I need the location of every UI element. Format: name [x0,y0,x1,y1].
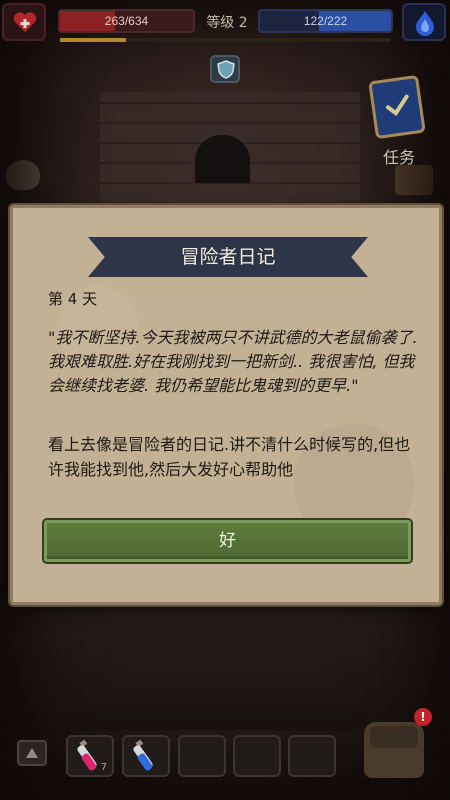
mana-icon[interactable] [402,3,446,41]
dialog-title: 冒险者日记 [180,246,276,268]
health-text: 263/634 [104,14,149,28]
inventory-slot-5[interactable] [288,735,336,777]
top-hud: 263/634 等级 2 122/222 [0,0,450,44]
quest-book-icon [368,74,426,140]
blue-potion-icon [133,739,153,771]
inventory-slot-2[interactable] [122,735,170,777]
dialog-title-ribbon: 冒险者日记 [88,237,368,277]
experience-bar-fill [60,38,126,42]
adventurer-diary-dialog: 冒险者日记 第 4 天 "我不断坚持.今天我被两只不讲武德的大老鼠偷袭了.我艰难… [10,205,442,605]
ok-button[interactable]: 好 [44,520,411,562]
quest-button[interactable]: 任务 [368,74,430,170]
mana-text: 122/222 [303,14,348,28]
health-bar: 263/634 [58,9,195,33]
diary-day: 第 4 天 [48,290,98,308]
inventory-slot-1[interactable]: 7 [66,735,114,777]
experience-bar [60,38,390,42]
diary-comment: 看上去像是冒险者的日记.讲不清什么时候写的,但也许我能找到他,然后大发好心帮助他 [48,435,411,479]
shield-button[interactable] [210,55,240,83]
mana-bar: 122/222 [258,9,393,33]
dungeon-gate [195,135,250,183]
skull-decoration [6,160,40,190]
quest-label: 任务 [382,148,415,167]
diary-quote: "我不断坚持.今天我被两只不讲武德的大老鼠偷袭了.我艰难取胜.好在我刚找到一把新… [48,328,418,395]
expand-up-button[interactable] [17,740,47,766]
health-icon[interactable] [2,3,46,41]
inventory-slot-4[interactable] [233,735,281,777]
notification-badge: ! [414,708,432,726]
slot-count: 7 [100,762,107,773]
inventory-slot-3[interactable] [178,735,226,777]
shield-icon [217,60,235,79]
triangle-up-icon [26,748,38,758]
level-label: 等级 2 [206,15,248,31]
